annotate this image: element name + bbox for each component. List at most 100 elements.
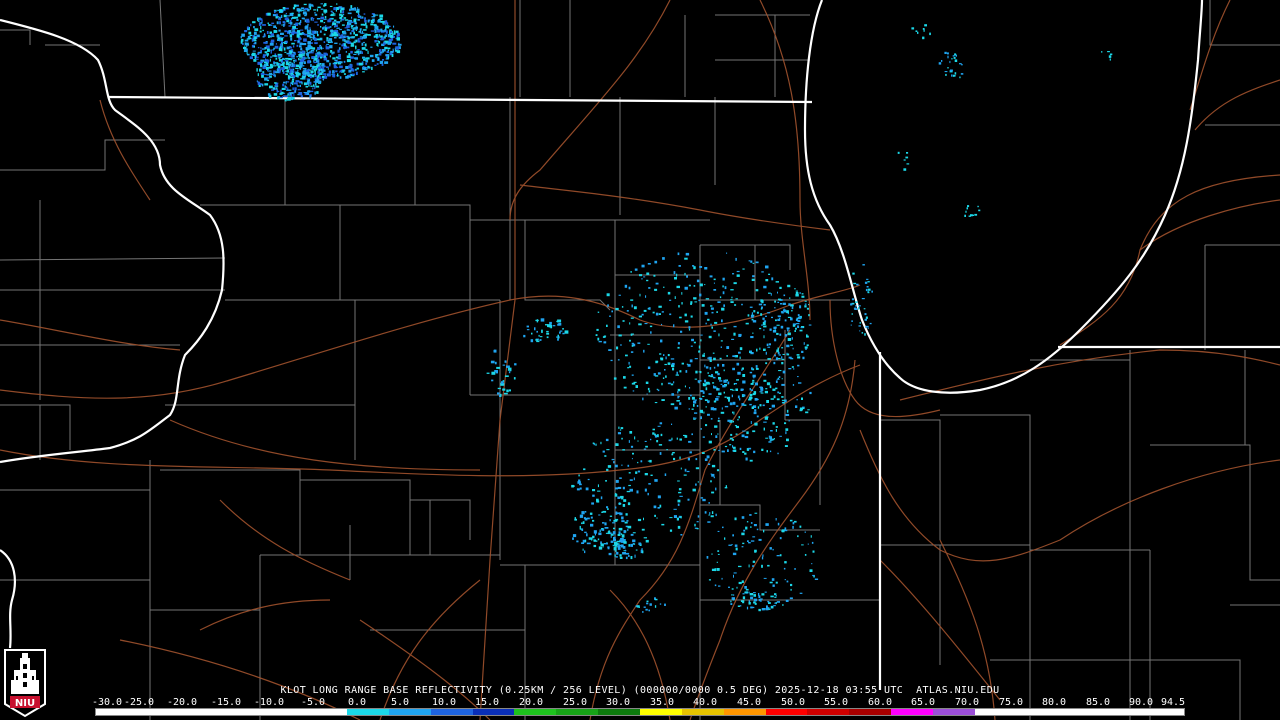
echo-pixel (320, 19, 324, 23)
echo-pixel (267, 77, 271, 79)
echo-pixel (357, 12, 360, 14)
echo-pixel (781, 383, 785, 386)
echo-pixel (797, 325, 799, 327)
echo-pixel (779, 333, 782, 336)
colorbar-label: 65.0 (910, 697, 936, 708)
echo-pixel (676, 517, 679, 521)
echo-pixel (603, 341, 607, 344)
echo-pixel (728, 399, 730, 402)
colorbar-swatch (1058, 709, 1101, 715)
echo-pixel (664, 369, 666, 371)
echo-pixel (571, 485, 575, 487)
echo-pixel (654, 479, 658, 482)
echo-pixel (779, 537, 782, 540)
echo-pixel (501, 381, 504, 384)
echo-pixel (759, 347, 761, 350)
echo-pixel (290, 21, 293, 25)
echo-pixel (338, 57, 341, 59)
echo-pixel (378, 34, 380, 37)
echo-pixel (279, 21, 281, 25)
colorbar-swatch (974, 709, 1017, 715)
echo-pixel (250, 23, 252, 27)
echo-pixel (671, 453, 674, 456)
echo-pixel (288, 91, 290, 96)
echo-pixel (725, 485, 727, 488)
echo-pixel (715, 398, 719, 401)
echo-pixel (584, 517, 588, 521)
echo-pixel (662, 257, 665, 260)
echo-pixel (588, 537, 593, 540)
echo-pixel (784, 579, 786, 581)
echo-pixel (763, 427, 765, 431)
echo-pixel (638, 323, 642, 326)
echo-pixel (742, 593, 745, 595)
echo-pixel (353, 31, 355, 35)
echo-pixel (306, 78, 310, 80)
echo-pixel (357, 40, 361, 43)
echo-pixel (674, 296, 676, 299)
echo-pixel (766, 343, 769, 346)
echo-pixel (697, 380, 700, 383)
echo-pixel (743, 404, 747, 406)
echo-pixel (768, 435, 771, 438)
echo-pixel (732, 534, 734, 537)
echo-pixel (625, 556, 628, 560)
echo-pixel (246, 51, 248, 55)
echo-pixel (322, 79, 324, 81)
echo-pixel (271, 89, 275, 91)
echo-pixel (728, 544, 732, 546)
echo-pixel (903, 168, 907, 171)
echo-pixel (724, 396, 727, 398)
echo-pixel (657, 495, 661, 499)
echo-pixel (770, 398, 774, 400)
echo-pixel (960, 73, 964, 75)
echo-pixel (612, 522, 616, 524)
colorbar-swatch (1100, 709, 1143, 715)
echo-pixel (328, 18, 332, 22)
echo-pixel (257, 73, 259, 77)
echo-pixel (738, 565, 742, 568)
echo-pixel (604, 455, 607, 457)
echo-pixel (280, 89, 282, 93)
echo-pixel (768, 343, 771, 346)
echo-pixel (804, 554, 807, 556)
echo-pixel (722, 291, 725, 295)
echo-pixel (350, 5, 353, 9)
echo-pixel (319, 44, 322, 47)
echo-pixel (732, 446, 736, 449)
echo-pixel (786, 310, 789, 314)
echo-pixel (624, 284, 628, 288)
echo-pixel (774, 326, 777, 329)
echo-pixel (317, 75, 320, 78)
echo-pixel (692, 488, 696, 492)
echo-pixel (244, 45, 246, 47)
echo-pixel (647, 492, 649, 496)
echo-pixel (734, 304, 737, 306)
echo-pixel (277, 39, 280, 41)
echo-pixel (732, 355, 736, 357)
echo-pixel (637, 342, 641, 344)
echo-pixel (270, 39, 275, 43)
echo-pixel (585, 539, 587, 543)
echo-pixel (696, 405, 699, 407)
echo-pixel (613, 539, 616, 542)
echo-pixel (686, 275, 688, 278)
echo-pixel (726, 355, 728, 357)
echo-pixel (534, 327, 536, 331)
echo-pixel (760, 313, 763, 316)
echo-pixel (763, 335, 765, 339)
echo-pixel (717, 301, 721, 303)
echo-pixel (777, 348, 779, 350)
echo-pixel (862, 264, 865, 266)
echo-pixel (752, 275, 755, 278)
echo-pixel (945, 73, 947, 76)
echo-pixel (559, 331, 561, 334)
echo-pixel (790, 317, 793, 321)
echo-pixel (779, 554, 782, 557)
echo-pixel (552, 325, 556, 327)
echo-pixel (251, 38, 254, 42)
echo-pixel (607, 508, 609, 510)
echo-pixel (252, 52, 255, 55)
echo-pixel (348, 65, 353, 69)
echo-pixel (304, 57, 308, 59)
